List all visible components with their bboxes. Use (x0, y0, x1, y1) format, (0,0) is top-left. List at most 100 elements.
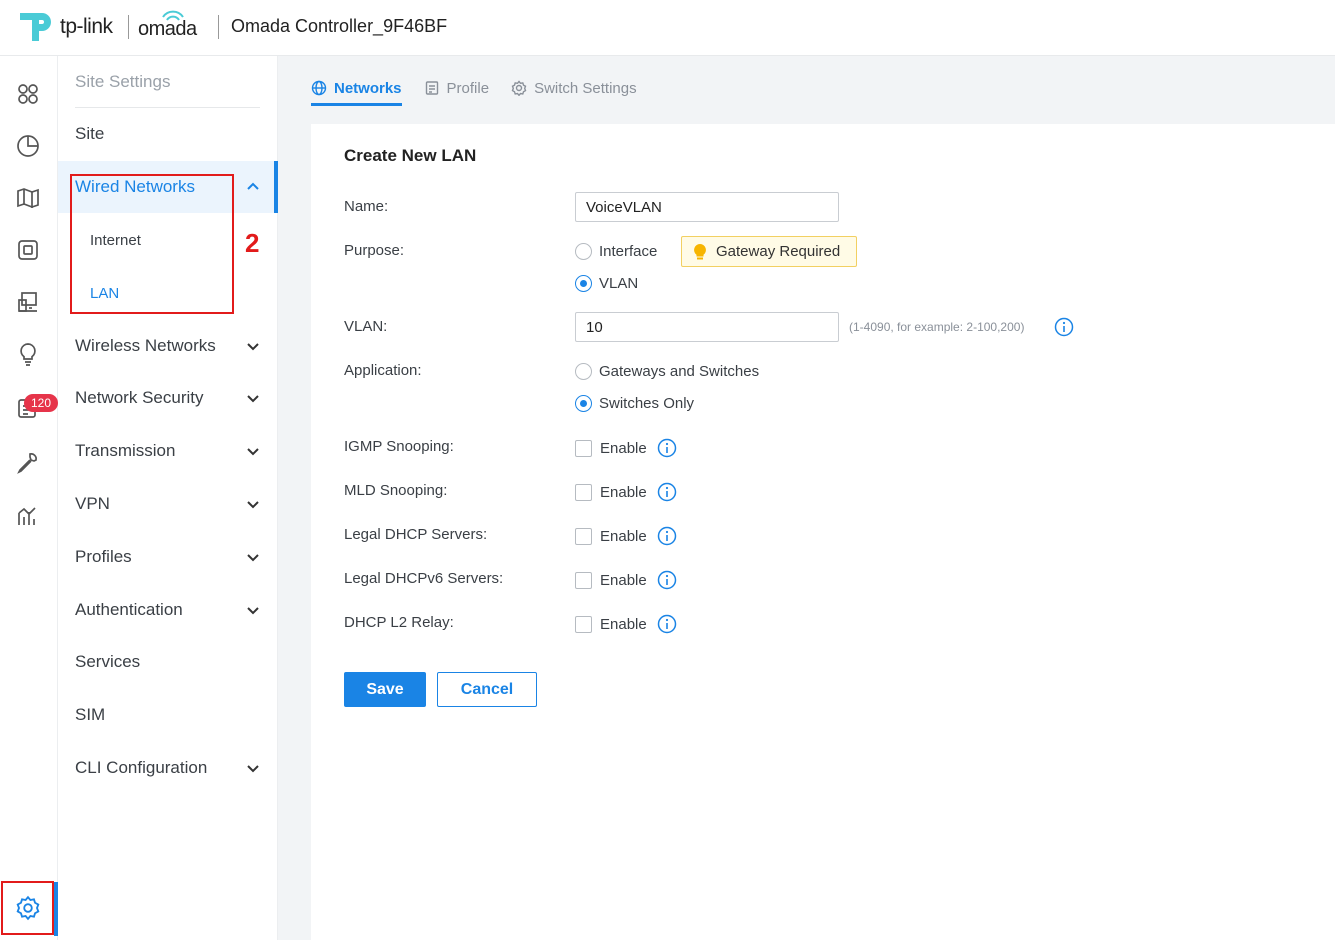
sidebar-item-label: SIM (75, 705, 106, 724)
sidebar-item-label: CLI Configuration (75, 758, 208, 777)
legal-dhcp-servers-checkbox[interactable]: Enable (575, 526, 677, 546)
sidebar-item-vpn[interactable]: VPN (58, 478, 278, 530)
vlan-input[interactable] (575, 312, 839, 342)
igmp-snooping-checkbox[interactable]: Enable (575, 438, 677, 458)
sidebar-item-transmission[interactable]: Transmission (58, 425, 278, 477)
info-icon[interactable] (657, 438, 677, 458)
clients-icon[interactable] (14, 288, 42, 316)
radio-label: Interface (599, 242, 658, 260)
annotation-number-2: 2 (245, 228, 260, 258)
top-header: tp-link omada Omada Controller_9F46BF (0, 0, 1335, 56)
sidebar-item-label: VPN (75, 494, 110, 513)
enable-label: Enable (600, 615, 647, 633)
checkbox[interactable] (575, 615, 592, 633)
radio-button-selected[interactable] (575, 274, 592, 292)
sidebar-item-services[interactable]: Services (58, 636, 278, 688)
radio-button[interactable] (575, 362, 592, 380)
vlan-hint: (1-4090, for example: 2-100,200) (849, 320, 1025, 334)
insight-icon[interactable] (14, 340, 42, 368)
mld-snooping-label: MLD Snooping: (344, 482, 448, 499)
document-icon (424, 80, 440, 96)
sidebar-item-sim[interactable]: SIM (58, 689, 278, 741)
chevron-up-icon (247, 182, 259, 190)
omada-logo: omada (138, 10, 208, 40)
statistics-icon[interactable] (14, 132, 42, 160)
purpose-label: Purpose: (344, 242, 405, 259)
logs-badge: 120 (24, 394, 58, 412)
application-gateways-switches-radio[interactable]: Gateways and Switches (575, 361, 759, 381)
chevron-down-icon (247, 765, 259, 773)
brand-text: tp-link (60, 15, 113, 38)
legal-dhcp-servers-label: Legal DHCP Servers: (344, 526, 488, 543)
tp-link-logo-icon (20, 13, 51, 41)
header-divider (128, 15, 129, 39)
sidebar-item-label: Profiles (75, 547, 132, 566)
sidebar-item-network-security[interactable]: Network Security (58, 372, 278, 424)
tab-bar: Networks Profile Switch Settings (311, 72, 659, 106)
info-icon[interactable] (657, 614, 677, 634)
name-input[interactable] (575, 192, 839, 222)
create-lan-card: Create New LAN Name: Purpose: Interface … (311, 124, 1335, 940)
tab-label: Switch Settings (534, 79, 637, 97)
sidebar-item-label: Wireless Networks (75, 336, 216, 355)
tools-icon[interactable] (14, 448, 42, 476)
mld-snooping-checkbox[interactable]: Enable (575, 482, 677, 502)
devices-icon[interactable] (14, 236, 42, 264)
application-label: Application: (344, 362, 422, 379)
radio-label: Switches Only (599, 394, 695, 412)
enable-label: Enable (600, 571, 647, 589)
save-button[interactable]: Save (344, 672, 426, 707)
sidebar-item-label: Services (75, 652, 141, 671)
info-icon[interactable] (1054, 317, 1074, 337)
application-switches-only-radio[interactable]: Switches Only (575, 393, 694, 413)
vlan-label: VLAN: (344, 318, 388, 335)
chevron-down-icon (247, 501, 259, 509)
enable-label: Enable (600, 527, 647, 545)
sidebar-item-cli-configuration[interactable]: CLI Configuration (58, 742, 278, 794)
chevron-down-icon (247, 607, 259, 615)
igmp-snooping-label: IGMP Snooping: (344, 438, 454, 455)
map-icon[interactable] (14, 184, 42, 212)
gateway-required-text: Gateway Required (716, 243, 841, 260)
controller-name: Omada Controller_9F46BF (231, 16, 448, 36)
purpose-vlan-radio[interactable]: VLAN (575, 273, 638, 293)
sidebar-item-label: Authentication (75, 600, 183, 619)
icon-rail: 120 (0, 56, 58, 940)
name-label: Name: (344, 198, 389, 215)
checkbox[interactable] (575, 571, 592, 589)
tab-profile[interactable]: Profile (424, 72, 489, 104)
header-divider-2 (218, 15, 219, 39)
purpose-interface-radio[interactable]: Interface (575, 241, 657, 261)
sidebar-title: Site Settings (75, 72, 171, 91)
checkbox[interactable] (575, 439, 592, 457)
radio-label: Gateways and Switches (599, 362, 760, 380)
gear-icon (511, 80, 527, 96)
radio-button[interactable] (575, 242, 592, 260)
info-icon[interactable] (657, 482, 677, 502)
sidebar-item-authentication[interactable]: Authentication (58, 584, 278, 636)
info-icon[interactable] (657, 526, 677, 546)
chevron-down-icon (247, 554, 259, 562)
sidebar-item-profiles[interactable]: Profiles (58, 531, 278, 583)
sidebar-item-wireless-networks[interactable]: Wireless Networks (58, 320, 278, 372)
annotation-box-1 (1, 881, 54, 935)
legal-dhcpv6-servers-label: Legal DHCPv6 Servers: (344, 570, 504, 587)
dashboard-icon[interactable] (14, 80, 42, 108)
dhcp-l2-relay-checkbox[interactable]: Enable (575, 614, 677, 634)
info-icon[interactable] (657, 570, 677, 590)
chevron-down-icon (247, 448, 259, 456)
radio-button-selected[interactable] (575, 394, 592, 412)
page-title: Create New LAN (344, 146, 477, 165)
dhcp-l2-relay-label: DHCP L2 Relay: (344, 614, 454, 631)
annotation-box-2 (70, 174, 234, 314)
tab-networks[interactable]: Networks (311, 72, 402, 106)
tab-switch-settings[interactable]: Switch Settings (511, 72, 637, 104)
cancel-button[interactable]: Cancel (437, 672, 537, 707)
checkbox[interactable] (575, 483, 592, 501)
chevron-down-icon (247, 395, 259, 403)
sidebar-item-site[interactable]: Site (58, 108, 278, 160)
checkbox[interactable] (575, 527, 592, 545)
reports-icon[interactable] (14, 502, 42, 530)
legal-dhcpv6-servers-checkbox[interactable]: Enable (575, 570, 677, 590)
tp-link-logo[interactable]: tp-link (18, 9, 113, 45)
